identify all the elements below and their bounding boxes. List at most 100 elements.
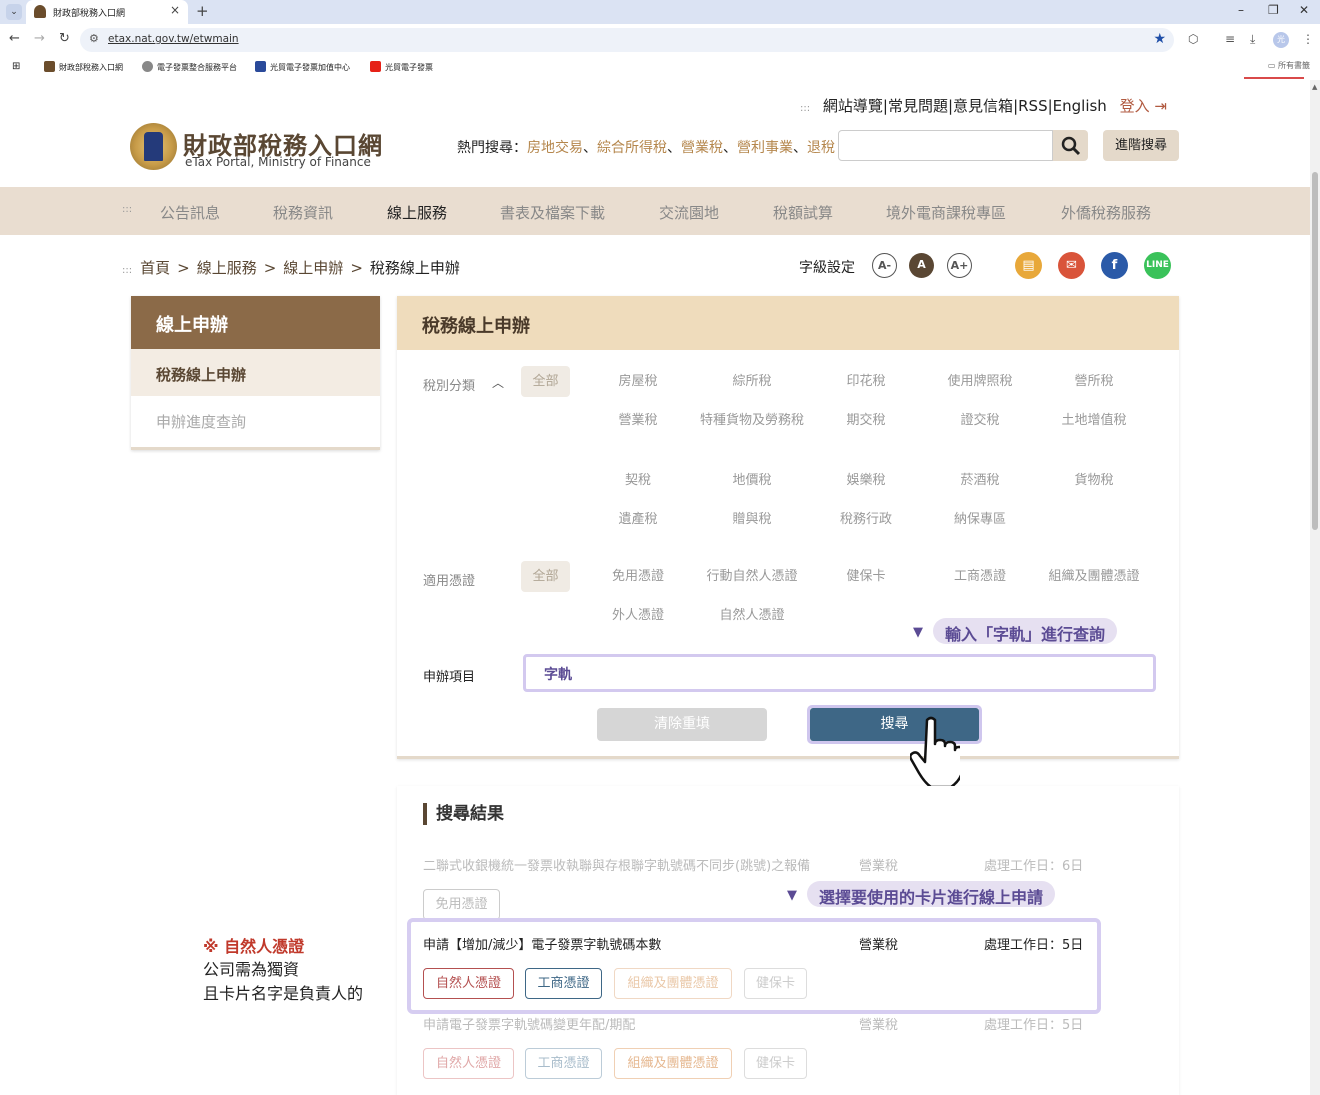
download-icon[interactable]: ⤓ — [1250, 32, 1255, 47]
tax-filter[interactable]: 契稅 — [583, 471, 693, 491]
tax-filter[interactable]: 贈與稅 — [697, 510, 807, 530]
cert-filter[interactable]: 健保卡 — [811, 567, 921, 587]
facebook-icon[interactable]: f — [1101, 252, 1128, 279]
window-close-icon[interactable]: ✕ — [1299, 3, 1309, 17]
side-item-progress[interactable]: 申辦進度查詢 — [131, 396, 380, 443]
tax-filter[interactable]: 期交稅 — [811, 411, 921, 431]
tax-all-filter[interactable]: 全部 — [521, 366, 570, 397]
result-name[interactable]: 二聯式收銀機統一發票收執聯與存根聯字軌號碼不同步(跳號)之報備 — [423, 855, 810, 874]
tax-filter[interactable]: 稅務行政 — [811, 510, 921, 530]
hot-link[interactable]: 房地交易 — [527, 140, 583, 156]
result-name[interactable]: 申請【增加/減少】電子發票字軌號碼本數 — [423, 934, 661, 953]
side-item-online-apply[interactable]: 稅務線上申辦 — [131, 349, 380, 396]
cert-filter[interactable]: 組織及團體憑證 — [1039, 567, 1149, 587]
cert-tag-citizen[interactable]: 自然人憑證 — [423, 968, 514, 999]
menu-icon[interactable]: ⋮ — [1302, 32, 1314, 46]
line-icon[interactable]: LINE — [1144, 252, 1171, 279]
cert-tag-health-card[interactable]: 健保卡 — [744, 1048, 807, 1079]
tax-filter[interactable]: 遺產稅 — [583, 510, 693, 530]
nav-tax-calc[interactable]: 稅額試算 — [773, 202, 833, 223]
back-icon[interactable]: ← — [9, 31, 20, 46]
address-bar[interactable]: ⚙ etax.nat.gov.tw/etwmain ★ — [80, 28, 1174, 52]
tax-filter[interactable]: 營業稅 — [583, 411, 693, 431]
nav-forms-download[interactable]: 書表及檔案下載 — [500, 202, 605, 223]
link-sitemap[interactable]: 網站導覽 — [823, 97, 883, 115]
bookmark-youtube[interactable]: 光貿電子發票 — [370, 61, 433, 73]
font-small-button[interactable]: A- — [872, 253, 897, 278]
apps-icon[interactable]: ⊞ — [12, 61, 20, 72]
result-name[interactable]: 申請電子發票字軌號碼變更年配/期配 — [423, 1014, 635, 1033]
forward-icon[interactable]: → — [34, 31, 45, 46]
clear-button[interactable]: 清除重填 — [597, 708, 767, 741]
cert-tag-health-card[interactable]: 健保卡 — [744, 968, 807, 999]
tab-search-icon[interactable]: ⌄ — [6, 4, 22, 20]
tax-filter[interactable]: 娛樂稅 — [811, 471, 921, 491]
logo-emblem[interactable] — [130, 123, 177, 170]
nav-announcements[interactable]: 公告訊息 — [160, 202, 220, 223]
cert-tag-citizen[interactable]: 自然人憑證 — [423, 1048, 514, 1079]
scrollbar-thumb[interactable] — [1312, 172, 1318, 530]
nav-tax-info[interactable]: 稅務資訊 — [273, 202, 333, 223]
scroll-up-icon[interactable]: ▲ — [1312, 83, 1317, 91]
tax-filter[interactable]: 土地增值稅 — [1039, 411, 1149, 431]
tax-filter[interactable]: 房屋稅 — [583, 372, 693, 392]
tax-filter[interactable]: 地價稅 — [697, 471, 807, 491]
tax-filter[interactable]: 綜所稅 — [697, 372, 807, 392]
hot-link[interactable]: 綜合所得稅 — [597, 140, 667, 156]
cert-tag-organization[interactable]: 組織及團體憑證 — [614, 1048, 732, 1079]
cert-tag-business[interactable]: 工商憑證 — [525, 968, 602, 999]
tax-filter[interactable]: 菸酒稅 — [925, 471, 1035, 491]
url-text[interactable]: etax.nat.gov.tw/etwmain — [108, 33, 239, 45]
link-mailbox[interactable]: 意見信箱 — [953, 97, 1013, 115]
site-info-icon[interactable]: ⚙ — [89, 32, 99, 45]
reload-icon[interactable]: ↻ — [59, 31, 70, 46]
site-search-button[interactable] — [1053, 130, 1088, 161]
bookmark-etax[interactable]: 財政部稅務入口網 — [44, 61, 123, 73]
hot-link[interactable]: 退稅 — [807, 140, 835, 156]
nav-expat[interactable]: 外僑稅務服務 — [1061, 202, 1151, 223]
email-icon[interactable]: ✉ — [1058, 252, 1085, 279]
bookmark-einvoice[interactable]: 電子發票整合服務平台 — [142, 61, 237, 73]
cert-tag-business[interactable]: 工商憑證 — [525, 1048, 602, 1079]
restore-icon[interactable]: ❐ — [1268, 3, 1279, 17]
all-bookmarks[interactable]: ▭ 所有書籤 — [1268, 60, 1310, 71]
extensions-icon[interactable]: ⬡ — [1188, 32, 1198, 46]
tax-filter[interactable]: 營所稅 — [1039, 372, 1149, 392]
page-scrollbar[interactable]: ▲ — [1310, 80, 1320, 1095]
tax-filter[interactable]: 貨物稅 — [1039, 471, 1149, 491]
minimize-icon[interactable]: – — [1238, 3, 1244, 17]
breadcrumb-online-apply[interactable]: 線上申辦 — [283, 259, 343, 277]
link-rss[interactable]: RSS — [1018, 97, 1047, 115]
collapse-chevron-icon[interactable]: ︿ — [492, 374, 504, 391]
advanced-search-button[interactable]: 進階搜尋 — [1103, 130, 1179, 161]
cert-tag-none[interactable]: 免用憑證 — [423, 889, 500, 920]
breadcrumb-home[interactable]: 首頁 — [140, 259, 170, 277]
apply-item-input[interactable] — [544, 666, 1104, 682]
tax-filter[interactable]: 納保專區 — [925, 510, 1035, 530]
tax-filter[interactable]: 證交稅 — [925, 411, 1035, 431]
cert-filter[interactable]: 免用憑證 — [583, 567, 693, 587]
apply-item-field[interactable] — [523, 654, 1156, 692]
cert-filter[interactable]: 行動自然人憑證 — [697, 567, 807, 587]
bookmark-vat-center[interactable]: 光貿電子發票加值中心 — [255, 61, 350, 73]
tax-filter[interactable]: 使用牌照稅 — [925, 372, 1035, 392]
tax-filter[interactable]: 特種貨物及勞務稅 — [697, 411, 807, 431]
font-large-button[interactable]: A+ — [947, 253, 972, 278]
nav-forum[interactable]: 交流園地 — [659, 202, 719, 223]
cert-tag-organization[interactable]: 組織及團體憑證 — [614, 968, 732, 999]
new-tab-icon[interactable]: + — [196, 2, 209, 20]
breadcrumb-online-services[interactable]: 線上服務 — [197, 259, 257, 277]
link-faq[interactable]: 常見問題 — [888, 97, 948, 115]
cert-all-filter[interactable]: 全部 — [521, 561, 570, 592]
site-search-input[interactable] — [838, 130, 1053, 161]
hot-link[interactable]: 營利事業 — [737, 140, 793, 156]
profile-avatar[interactable]: 光 — [1273, 32, 1289, 48]
nav-ecommerce[interactable]: 境外電商課稅專區 — [886, 202, 1006, 223]
font-normal-button[interactable]: A — [909, 253, 934, 278]
cert-filter[interactable]: 工商憑證 — [925, 567, 1035, 587]
login-link[interactable]: 登入 ⇥ — [1120, 97, 1167, 115]
close-tab-icon[interactable]: × — [170, 3, 180, 17]
nav-online-services[interactable]: 線上服務 — [387, 202, 447, 223]
cert-filter[interactable]: 外人憑證 — [583, 606, 693, 626]
reading-list-icon[interactable]: ≡ — [1225, 32, 1235, 46]
